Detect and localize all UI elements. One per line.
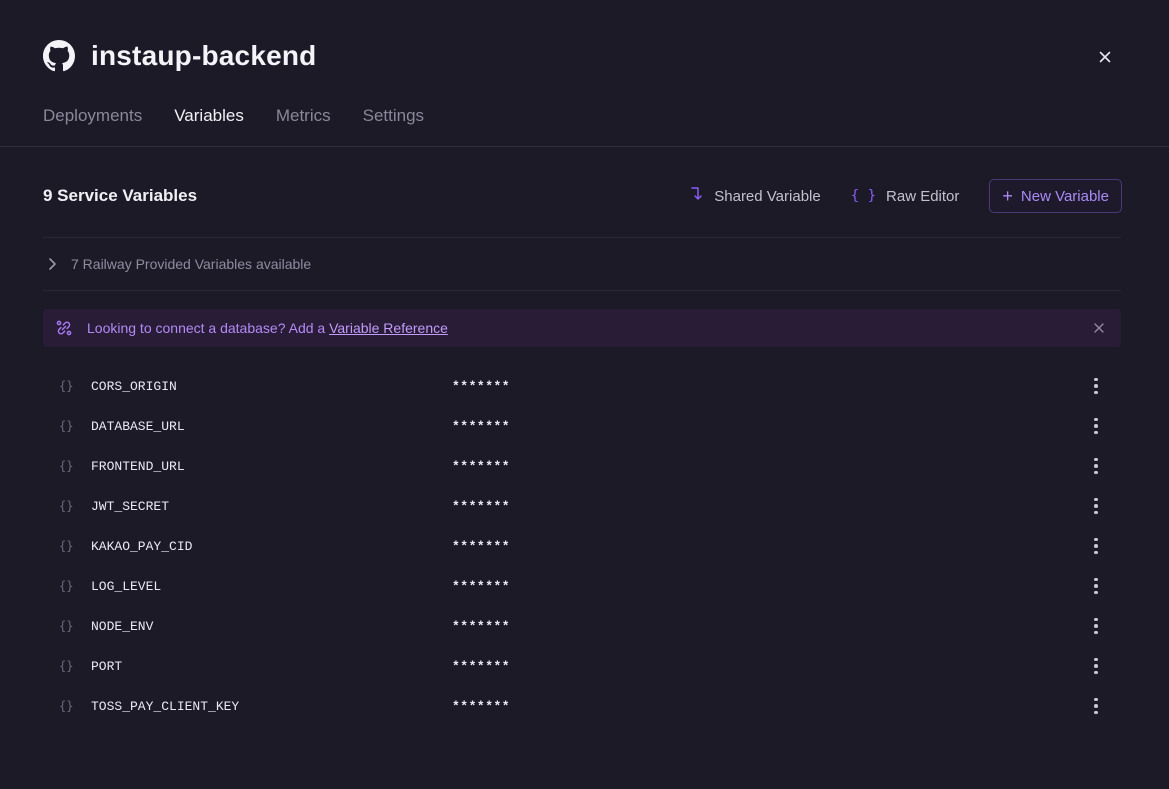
braces-icon: {} bbox=[59, 699, 74, 713]
variable-row[interactable]: {} PORT ******* bbox=[43, 646, 1121, 686]
dismiss-banner-button[interactable] bbox=[1091, 320, 1107, 336]
close-icon bbox=[1094, 323, 1104, 333]
variable-name: DATABASE_URL bbox=[91, 418, 185, 434]
shared-variable-button[interactable]: Shared Variable bbox=[690, 179, 821, 213]
new-variable-button[interactable]: + New Variable bbox=[989, 179, 1122, 213]
more-options-button[interactable] bbox=[1086, 494, 1106, 518]
github-icon bbox=[43, 40, 75, 72]
braces-icon: {} bbox=[59, 419, 74, 433]
variable-row[interactable]: {} CORS_ORIGIN ******* bbox=[43, 366, 1121, 406]
raw-editor-button[interactable]: { } Raw Editor bbox=[851, 179, 960, 213]
variable-list: {} CORS_ORIGIN ******* {} DATABASE_URL *… bbox=[43, 366, 1121, 726]
variable-row[interactable]: {} FRONTEND_URL ******* bbox=[43, 446, 1121, 486]
new-variable-label: New Variable bbox=[1020, 187, 1109, 205]
more-options-button[interactable] bbox=[1086, 614, 1106, 638]
braces-icon: {} bbox=[59, 539, 74, 553]
braces-icon: {} bbox=[59, 659, 74, 673]
variable-name: LOG_LEVEL bbox=[91, 578, 162, 594]
plus-icon: + bbox=[1002, 186, 1013, 206]
tab-deployments[interactable]: Deployments bbox=[43, 106, 142, 147]
variables-panel: instaup-backend Deployments Variables Me… bbox=[0, 0, 1169, 789]
tab-divider bbox=[0, 146, 1169, 147]
variable-row[interactable]: {} JWT_SECRET ******* bbox=[43, 486, 1121, 526]
variable-value[interactable]: ******* bbox=[452, 699, 510, 714]
link-icon bbox=[55, 318, 75, 338]
variable-name: FRONTEND_URL bbox=[91, 458, 185, 474]
variable-value[interactable]: ******* bbox=[452, 659, 510, 674]
variable-value[interactable]: ******* bbox=[452, 499, 510, 514]
chevron-right-icon bbox=[47, 255, 61, 273]
close-icon bbox=[1099, 51, 1111, 63]
variable-value[interactable]: ******* bbox=[452, 459, 510, 474]
braces-icon: {} bbox=[59, 579, 74, 593]
banner-message: Looking to connect a database? Add a Var… bbox=[87, 320, 448, 336]
tab-bar: Deployments Variables Metrics Settings bbox=[43, 106, 456, 147]
braces-icon: { } bbox=[850, 188, 877, 204]
tab-variables[interactable]: Variables bbox=[174, 106, 244, 147]
variable-value[interactable]: ******* bbox=[452, 579, 510, 594]
variable-name: CORS_ORIGIN bbox=[91, 378, 177, 394]
panel-header: instaup-backend bbox=[43, 40, 316, 72]
variable-value[interactable]: ******* bbox=[452, 619, 510, 634]
more-options-button[interactable] bbox=[1086, 374, 1106, 398]
raw-editor-label: Raw Editor bbox=[886, 187, 960, 205]
variable-name: NODE_ENV bbox=[91, 618, 154, 634]
database-hint-banner: Looking to connect a database? Add a Var… bbox=[43, 309, 1121, 347]
more-options-button[interactable] bbox=[1086, 654, 1106, 678]
variable-row[interactable]: {} NODE_ENV ******* bbox=[43, 606, 1121, 646]
variable-value[interactable]: ******* bbox=[452, 539, 510, 554]
divider bbox=[43, 237, 1121, 238]
variable-value[interactable]: ******* bbox=[452, 379, 510, 394]
more-options-button[interactable] bbox=[1086, 414, 1106, 438]
variable-name: PORT bbox=[91, 658, 123, 674]
variable-reference-link[interactable]: Variable Reference bbox=[329, 320, 448, 336]
page-title: instaup-backend bbox=[91, 40, 317, 71]
more-options-button[interactable] bbox=[1086, 454, 1106, 478]
section-title: 9 Service Variables bbox=[43, 186, 198, 205]
variable-actions: Shared Variable { } Raw Editor + New Var… bbox=[690, 179, 1122, 213]
variable-value[interactable]: ******* bbox=[452, 419, 510, 434]
variable-name: KAKAO_PAY_CID bbox=[91, 538, 193, 554]
more-options-button[interactable] bbox=[1086, 574, 1106, 598]
braces-icon: {} bbox=[59, 379, 74, 393]
divider bbox=[43, 290, 1121, 291]
braces-icon: {} bbox=[59, 459, 74, 473]
provided-variables-toggle[interactable]: 7 Railway Provided Variables available bbox=[47, 255, 311, 273]
shared-arrow-icon bbox=[690, 186, 704, 206]
tab-metrics[interactable]: Metrics bbox=[276, 106, 331, 147]
variable-name: JWT_SECRET bbox=[91, 498, 170, 514]
more-options-button[interactable] bbox=[1086, 534, 1106, 558]
more-options-button[interactable] bbox=[1086, 694, 1106, 718]
close-button[interactable] bbox=[1094, 46, 1116, 68]
variable-row[interactable]: {} KAKAO_PAY_CID ******* bbox=[43, 526, 1121, 566]
tab-settings[interactable]: Settings bbox=[363, 106, 424, 147]
braces-icon: {} bbox=[59, 619, 74, 633]
variable-name: TOSS_PAY_CLIENT_KEY bbox=[91, 698, 240, 714]
banner-text: Looking to connect a database? Add a bbox=[87, 320, 326, 336]
variable-row[interactable]: {} DATABASE_URL ******* bbox=[43, 406, 1121, 446]
variable-row[interactable]: {} LOG_LEVEL ******* bbox=[43, 566, 1121, 606]
provided-variables-label: 7 Railway Provided Variables available bbox=[71, 256, 312, 272]
shared-variable-label: Shared Variable bbox=[714, 187, 821, 205]
variable-row[interactable]: {} TOSS_PAY_CLIENT_KEY ******* bbox=[43, 686, 1121, 726]
braces-icon: {} bbox=[59, 499, 74, 513]
